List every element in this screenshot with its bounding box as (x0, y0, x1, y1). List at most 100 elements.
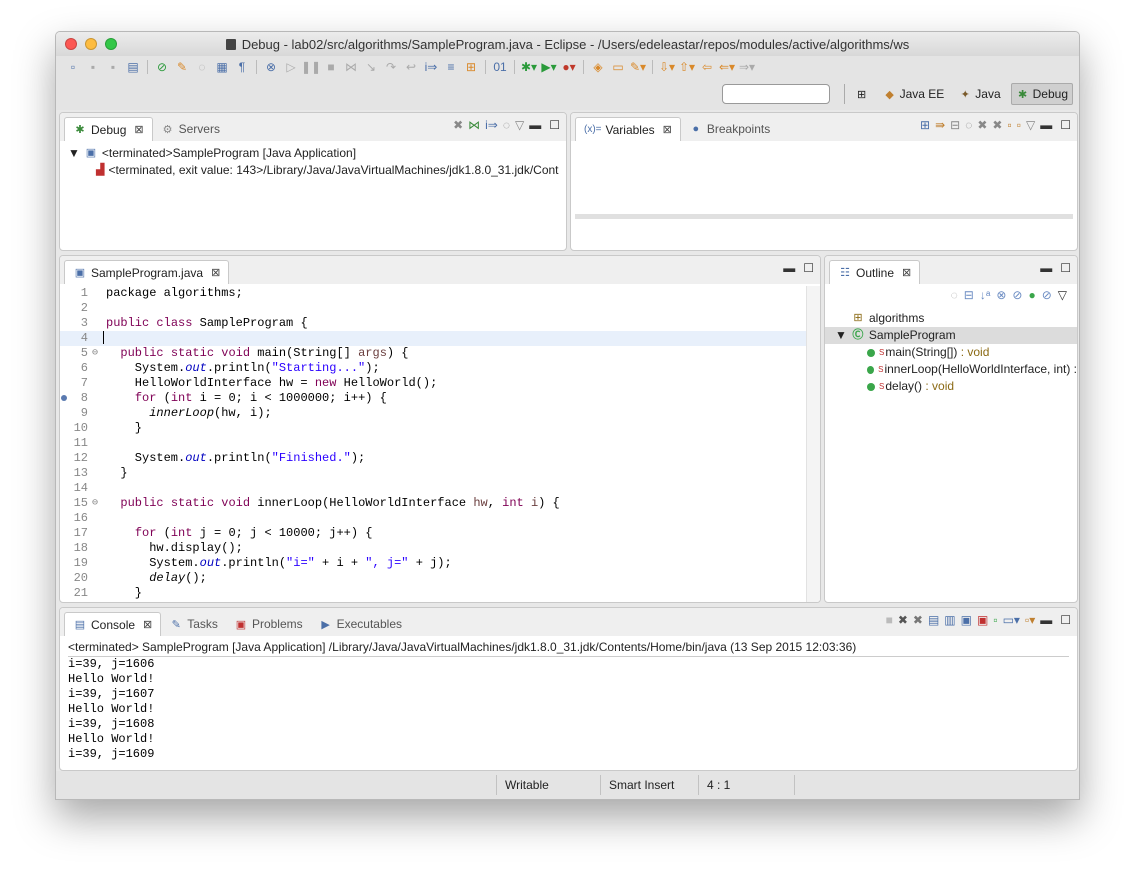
hide-local-types-icon[interactable]: ⊘ (1042, 288, 1052, 302)
resume-icon[interactable]: ▷ (282, 58, 300, 76)
open-folder-icon[interactable]: ▭ (609, 58, 627, 76)
last-edit-location-icon[interactable]: ⇦ (698, 58, 716, 76)
maximize-icon[interactable]: ☐ (1060, 613, 1071, 627)
open-type-icon[interactable]: ◈ (589, 58, 607, 76)
new-icon[interactable]: ▫ (1007, 118, 1011, 132)
clear-console-icon[interactable]: ▤ (928, 613, 939, 627)
minimize-icon[interactable]: ▬ (529, 118, 541, 132)
code-line[interactable]: 8 for (int i = 0; i < 1000000; i++) { (60, 391, 806, 406)
debug-launch-icon[interactable]: ✱▾ (520, 58, 538, 76)
perspective-java[interactable]: ✦ Java (954, 84, 1004, 104)
external-tools-icon[interactable]: ●▾ (560, 58, 578, 76)
hide-fields-icon[interactable]: ⊗ (996, 288, 1006, 302)
code-line[interactable]: 4 (60, 331, 806, 346)
use-step-filters-icon[interactable]: i⇒ (422, 58, 440, 76)
scroll-lock-icon[interactable]: ▥ (944, 613, 955, 627)
terminate-icon[interactable]: ■ (886, 613, 893, 627)
console-body[interactable]: <terminated> SampleProgram [Java Applica… (60, 638, 1077, 770)
code-line[interactable]: 6 System.out.println("Starting..."); (60, 361, 806, 376)
perspective-debug[interactable]: ✱ Debug (1010, 83, 1073, 105)
tree-process-row[interactable]: ▟ <terminated, exit value: 143>/Library/… (68, 162, 559, 179)
show-on-stderr-icon[interactable]: ▣ (977, 613, 988, 627)
view-menu-icon[interactable]: ▽ (515, 118, 524, 132)
tab-problems[interactable]: ▣ Problems (226, 612, 311, 636)
code-line[interactable]: 16 (60, 511, 806, 526)
collapse-all-icon[interactable]: ⊟ (964, 288, 974, 302)
binary-icon[interactable]: 01 (491, 58, 509, 76)
tab-breakpoints[interactable]: ● Breakpoints (681, 117, 778, 141)
export-icon[interactable]: ▫ (1017, 118, 1021, 132)
forward-icon[interactable]: ⇒▾ (738, 58, 756, 76)
terminate-icon[interactable]: ■ (322, 58, 340, 76)
step-return-icon[interactable]: ↩ (402, 58, 420, 76)
code-line[interactable]: 20 delay(); (60, 571, 806, 586)
tab-executables[interactable]: ▶ Executables (311, 612, 410, 636)
code-line[interactable]: 18 hw.display(); (60, 541, 806, 556)
view-menu-icon[interactable]: ▽ (1058, 288, 1067, 302)
code-line[interactable]: 10 } (60, 421, 806, 436)
details-pane-divider[interactable] (575, 214, 1073, 219)
previous-annotation-icon[interactable]: ⇧▾ (678, 58, 696, 76)
toggle-icon[interactable]: ◌ (193, 58, 211, 76)
code-line[interactable]: 1 package algorithms; (60, 286, 806, 301)
tab-servers[interactable]: ⚙ Servers (153, 117, 228, 141)
skip-breakpoints-icon[interactable]: ⊘ (153, 58, 171, 76)
tab-debug[interactable]: ✱ Debug ⊠ (64, 117, 153, 141)
outline-package-row[interactable]: ⊞ algorithms (825, 310, 1077, 327)
fold-toggle-icon[interactable]: ⊖ (92, 496, 102, 511)
editor-scrollbar[interactable] (806, 286, 820, 602)
expand-arrow-icon[interactable]: ▼ (835, 327, 847, 344)
tab-sampleprogram-java[interactable]: ▣ SampleProgram.java ⊠ (64, 260, 230, 284)
code-line[interactable]: 14 (60, 481, 806, 496)
remove-icon[interactable]: ✖ (977, 118, 987, 132)
tab-console[interactable]: ▤ Console ⊠ (64, 612, 162, 636)
close-window-button[interactable] (65, 38, 77, 50)
quick-access-input[interactable] (721, 84, 830, 104)
save-all-icon[interactable]: ▪ (104, 58, 122, 76)
view-more-icon[interactable]: ◌ (503, 118, 510, 132)
remove-launch-icon[interactable]: ✖ (898, 613, 908, 627)
close-icon[interactable]: ⊠ (902, 266, 911, 279)
run-to-line-icon[interactable]: ⊞ (462, 58, 480, 76)
code-line[interactable]: 7 HelloWorldInterface hw = new HelloWorl… (60, 376, 806, 391)
sort-icon[interactable]: ↓ᵃ (980, 288, 990, 302)
close-icon[interactable]: ⊠ (143, 618, 152, 631)
open-console-icon[interactable]: ▫▾ (1025, 613, 1035, 627)
step-over-icon[interactable]: ↷ (382, 58, 400, 76)
collapse-all-icon[interactable]: ⊟ (950, 118, 960, 132)
suspend-icon[interactable]: ❚❚ (301, 58, 321, 76)
hide-non-public-icon[interactable]: ● (1028, 288, 1035, 302)
code-line[interactable]: 3 public class SampleProgram { (60, 316, 806, 331)
close-icon[interactable]: ⊠ (663, 123, 672, 136)
remove-all-terminated-icon[interactable]: ✖ (913, 613, 923, 627)
drop-to-frame-icon[interactable]: ≡ (442, 58, 460, 76)
add-watch-icon[interactable]: ◌ (965, 118, 972, 132)
pin-console-icon[interactable]: ▫ (993, 613, 997, 627)
back-icon[interactable]: ⇐▾ (718, 58, 736, 76)
tab-outline[interactable]: ☷ Outline ⊠ (829, 260, 921, 284)
code-line[interactable]: 21 } (60, 586, 806, 601)
code-line[interactable]: 15 ⊖ public static void innerLoop(HelloWo… (60, 496, 806, 511)
save-icon[interactable]: ▪ (84, 58, 102, 76)
show-type-names-icon[interactable]: ⊞ (920, 118, 930, 132)
next-annotation-icon[interactable]: ⇩▾ (658, 58, 676, 76)
minimize-icon[interactable]: ▬ (783, 261, 795, 275)
highlight-icon[interactable]: ✎ (173, 58, 191, 76)
minimize-window-button[interactable] (85, 38, 97, 50)
open-perspective-button[interactable]: ⊞ (851, 84, 873, 104)
hide-static-icon[interactable]: ⊘ (1012, 288, 1022, 302)
outline-method-delay[interactable]: Sdelay() : void (825, 378, 1077, 395)
outline-class-row[interactable]: ▼ Ⓒ SampleProgram (825, 327, 1077, 344)
remove-all-icon[interactable]: ✖ (992, 118, 1002, 132)
maximize-icon[interactable]: ☐ (1060, 261, 1071, 275)
code-line[interactable]: 12 System.out.println("Finished."); (60, 451, 806, 466)
close-icon[interactable]: ⊠ (134, 123, 143, 136)
print-icon[interactable]: ▤ (124, 58, 142, 76)
minimize-icon[interactable]: ▬ (1040, 261, 1052, 275)
tab-variables[interactable]: (x)= Variables ⊠ (575, 117, 681, 141)
code-line[interactable]: 17 for (int j = 0; j < 10000; j++) { (60, 526, 806, 541)
code-line[interactable]: 11 (60, 436, 806, 451)
step-into-icon[interactable]: ↘ (362, 58, 380, 76)
maximize-icon[interactable]: ☐ (549, 118, 560, 132)
new-icon[interactable]: ▫ (64, 58, 82, 76)
